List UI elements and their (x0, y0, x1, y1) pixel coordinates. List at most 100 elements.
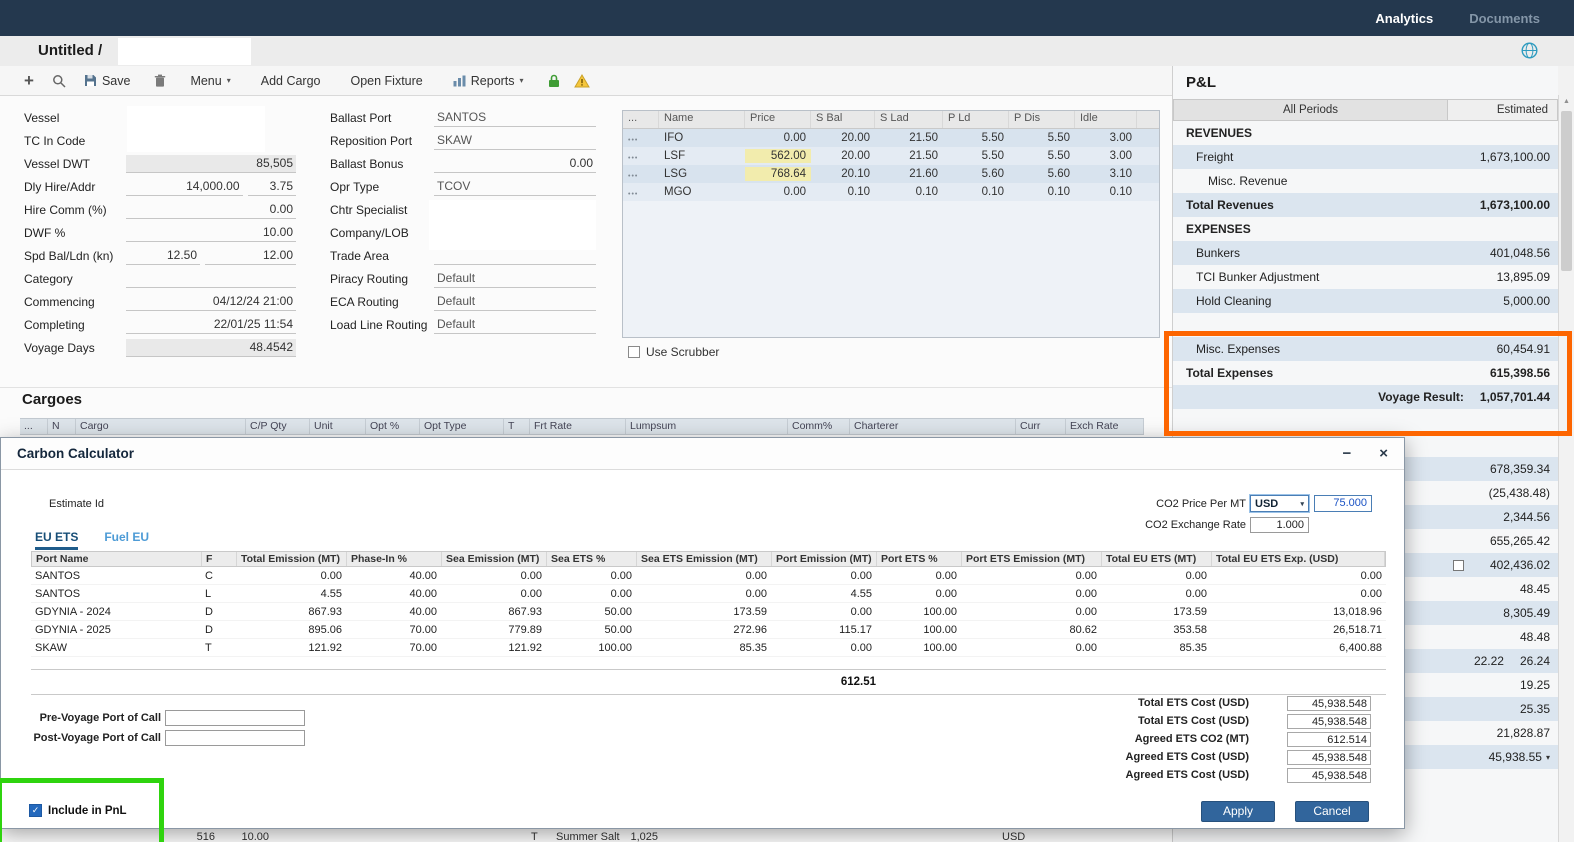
currency-select[interactable]: USD ▾ (1250, 495, 1309, 512)
menu-button[interactable]: Menu▾ (190, 74, 230, 88)
fuel-sbal-cell[interactable]: 20.00 (811, 131, 875, 145)
fuel-sbal-cell[interactable]: 20.00 (811, 149, 875, 163)
fuel-name-cell[interactable]: MGO (659, 185, 745, 199)
emissions-row[interactable]: SANTOS C 0.00 40.00 0.00 0.00 0.00 0.00 … (31, 567, 1386, 585)
fuel-price-cell[interactable]: 768.64 (745, 167, 811, 181)
apply-button[interactable]: Apply (1201, 801, 1275, 822)
fuel-pdis-cell[interactable]: 5.50 (1009, 131, 1075, 145)
post-voyage-port-input[interactable] (165, 730, 305, 746)
field-value[interactable]: SANTOS (434, 109, 596, 127)
vessel-input[interactable] (127, 106, 265, 152)
scroll-up-icon[interactable]: ▲ (1559, 95, 1574, 105)
vertical-scrollbar[interactable]: ▲ (1558, 95, 1574, 842)
row-menu-icon[interactable]: ••• (623, 131, 659, 145)
fuel-pld-cell[interactable]: 5.50 (943, 131, 1009, 145)
field-value[interactable]: 0.00 (126, 201, 296, 219)
ets-summary-value[interactable]: 45,938.548 (1287, 714, 1371, 729)
pre-voyage-label: Pre-Voyage Port of Call (1, 712, 161, 724)
field-value[interactable]: 14,000.00 (126, 178, 243, 196)
tab[interactable]: Fuel EU (104, 530, 149, 550)
field-value[interactable]: 0.00 (434, 155, 596, 173)
fuel-sbal-cell[interactable]: 0.10 (811, 185, 875, 199)
fuel-row: ••• IFO 0.00 20.00 21.50 5.50 5.50 3.00 (623, 129, 1159, 147)
fuel-idle-cell[interactable]: 3.00 (1075, 149, 1137, 163)
minimize-icon[interactable]: − (1342, 445, 1351, 462)
row-menu-icon[interactable]: ••• (623, 185, 659, 199)
fuel-sbal-cell[interactable]: 20.10 (811, 167, 875, 181)
globe-icon[interactable] (1521, 42, 1538, 59)
fuel-slad-cell[interactable]: 0.10 (875, 185, 943, 199)
ets-summary-value[interactable]: 612.514 (1287, 732, 1371, 747)
emissions-row[interactable]: GDYNIA - 2025 D 895.06 70.00 779.89 50.0… (31, 621, 1386, 639)
fuel-pld-cell[interactable]: 5.60 (943, 167, 1009, 181)
fuel-slad-cell[interactable]: 21.50 (875, 131, 943, 145)
field-value[interactable]: 22/01/25 11:54 (126, 316, 296, 334)
field-value-2[interactable]: 12.00 (205, 247, 296, 265)
use-scrubber-checkbox[interactable] (628, 346, 640, 358)
delete-icon[interactable] (154, 74, 166, 87)
fuel-price-cell[interactable]: 0.00 (745, 131, 811, 145)
fuel-idle-cell[interactable]: 0.10 (1075, 185, 1137, 199)
search-icon[interactable] (52, 74, 66, 88)
include-in-pnl-checkbox[interactable]: ✓ (29, 804, 42, 817)
emissions-row[interactable]: SANTOS L 4.55 40.00 0.00 0.00 0.00 4.55 … (31, 585, 1386, 603)
scrollbar-thumb[interactable] (1561, 111, 1572, 271)
chevron-down-icon[interactable]: ▾ (1546, 753, 1550, 762)
open-fixture-button[interactable]: Open Fixture (351, 74, 423, 88)
fuel-pld-cell[interactable]: 0.10 (943, 185, 1009, 199)
save-button[interactable]: Save (84, 74, 131, 88)
field-value[interactable]: 12.50 (126, 247, 200, 265)
co2-exchange-input[interactable]: 1.000 (1250, 517, 1309, 533)
tab[interactable]: EU ETS (35, 530, 78, 550)
fuel-pdis-cell[interactable]: 0.10 (1009, 185, 1075, 199)
field-value[interactable]: 48.4542 (126, 339, 296, 357)
fuel-price-cell[interactable]: 0.00 (745, 185, 811, 199)
emissions-row[interactable]: SKAW T 121.92 70.00 121.92 100.00 85.35 … (31, 639, 1386, 657)
field-value[interactable]: Default (434, 270, 596, 288)
field-value[interactable]: 10.00 (126, 224, 296, 242)
dialog-title-bar[interactable]: Carbon Calculator − × (1, 438, 1404, 470)
fuel-pdis-cell[interactable]: 5.50 (1009, 149, 1075, 163)
reports-button[interactable]: Reports▾ (453, 74, 524, 88)
field-label: Company/LOB (330, 226, 434, 240)
row-menu-icon[interactable]: ••• (623, 167, 659, 181)
nav-documents[interactable]: Documents (1469, 11, 1540, 26)
row-checkbox[interactable] (1453, 560, 1464, 571)
add-icon[interactable]: + (24, 71, 34, 91)
fuel-idle-cell[interactable]: 3.10 (1075, 167, 1137, 181)
fuel-name-cell[interactable]: LSG (659, 167, 745, 181)
nav-analytics[interactable]: Analytics (1375, 11, 1433, 26)
use-scrubber-label: Use Scrubber (646, 345, 719, 359)
chtr-specialist-input[interactable] (429, 200, 596, 250)
field-value[interactable]: 04/12/24 21:00 (126, 293, 296, 311)
row-menu-icon[interactable]: ••• (623, 149, 659, 163)
field-value[interactable]: SKAW (434, 132, 596, 150)
app-window: Analytics Documents Untitled / + Save Me… (0, 0, 1574, 842)
fuel-slad-cell[interactable]: 21.60 (875, 167, 943, 181)
fuel-name-cell[interactable]: LSF (659, 149, 745, 163)
ets-summary-value[interactable]: 45,938.548 (1287, 768, 1371, 783)
emissions-row[interactable]: GDYNIA - 2024 D 867.93 40.00 867.93 50.0… (31, 603, 1386, 621)
estimate-name-input[interactable] (118, 38, 251, 65)
close-icon[interactable]: × (1379, 445, 1388, 462)
fuel-name-cell[interactable]: IFO (659, 131, 745, 145)
ets-summary-value[interactable]: 45,938.548 (1287, 696, 1371, 711)
fuel-pdis-cell[interactable]: 5.60 (1009, 167, 1075, 181)
field-value-2[interactable]: 3.75 (248, 178, 297, 196)
pnl-period-selector[interactable]: All Periods (1173, 99, 1448, 121)
field-value[interactable]: Default (434, 293, 596, 311)
pre-voyage-port-input[interactable] (165, 710, 305, 726)
fuel-slad-cell[interactable]: 21.50 (875, 149, 943, 163)
field-value[interactable]: 85,505 (126, 155, 296, 173)
fuel-idle-cell[interactable]: 3.00 (1075, 131, 1137, 145)
warning-icon[interactable] (574, 74, 590, 88)
ets-summary-value[interactable]: 45,938.548 (1287, 750, 1371, 765)
field-value[interactable] (126, 270, 296, 288)
add-cargo-button[interactable]: Add Cargo (261, 74, 321, 88)
fuel-pld-cell[interactable]: 5.50 (943, 149, 1009, 163)
field-value[interactable]: Default (434, 316, 596, 334)
field-value[interactable]: TCOV (434, 178, 596, 196)
cancel-button[interactable]: Cancel (1295, 801, 1369, 822)
fuel-price-cell[interactable]: 562.00 (745, 149, 811, 163)
co2-price-input[interactable]: 75.000 (1314, 495, 1372, 512)
